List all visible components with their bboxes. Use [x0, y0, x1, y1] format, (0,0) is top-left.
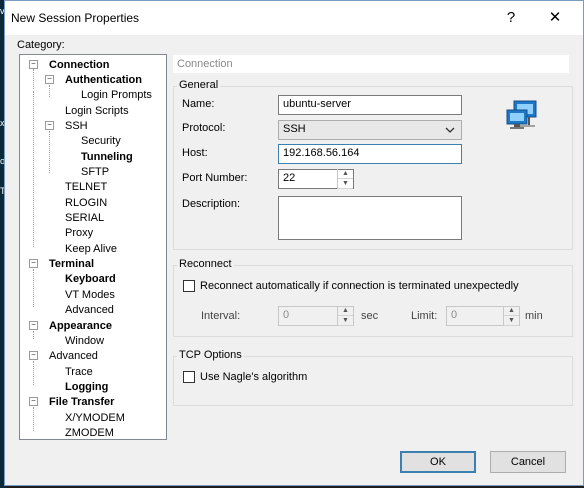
- nagle-checkbox[interactable]: [183, 371, 195, 383]
- port-value: 22: [283, 172, 296, 184]
- tree-line: [33, 331, 34, 339]
- tree-item-vt-modes[interactable]: VT Modes: [65, 288, 115, 302]
- tree-item-ssh[interactable]: SSH: [65, 119, 88, 133]
- tree-line: [49, 131, 50, 173]
- interval-label: Interval:: [201, 310, 241, 322]
- host-field[interactable]: 192.168.56.164: [278, 144, 462, 164]
- sec-label: sec: [361, 310, 379, 322]
- limit-label: Limit:: [411, 310, 438, 322]
- limit-spinner: ▲ ▼: [503, 306, 519, 326]
- tree-line: [33, 269, 34, 307]
- session-properties-dialog: New Session Properties ? ✕ Category: − C…: [4, 0, 584, 486]
- window-title: New Session Properties: [11, 11, 140, 25]
- tree-line: [33, 361, 34, 385]
- port-label: Port Number:: [182, 172, 248, 184]
- general-group-title: General: [177, 79, 221, 91]
- tree-item-terminal-advanced[interactable]: Advanced: [65, 303, 114, 317]
- tree-item-advanced[interactable]: Advanced: [49, 349, 98, 363]
- tree-line: [33, 407, 34, 431]
- port-spinner[interactable]: ▲ ▼: [337, 169, 353, 189]
- nagle-label[interactable]: Use Nagle's algorithm: [200, 371, 307, 383]
- category-tree[interactable]: − Connection − Authentication Login Prom…: [19, 54, 167, 440]
- spin-down-icon: ▼: [338, 316, 353, 326]
- spin-up-icon: ▲: [338, 306, 353, 316]
- tree-item-rlogin[interactable]: RLOGIN: [65, 196, 107, 210]
- interval-spinner: ▲ ▼: [337, 306, 353, 326]
- collapse-icon[interactable]: −: [29, 397, 38, 406]
- close-button[interactable]: ✕: [537, 7, 573, 29]
- tree-item-file-transfer[interactable]: File Transfer: [49, 395, 114, 409]
- cancel-button[interactable]: Cancel: [490, 451, 566, 473]
- spin-down-icon: ▼: [504, 316, 519, 326]
- spin-down-icon[interactable]: ▼: [338, 179, 353, 189]
- tree-item-telnet[interactable]: TELNET: [65, 180, 107, 194]
- min-label: min: [525, 310, 543, 322]
- reconnect-label[interactable]: Reconnect automatically if connection is…: [200, 280, 519, 292]
- tree-item-sftp[interactable]: SFTP: [81, 165, 109, 179]
- tree-item-security[interactable]: Security: [81, 134, 121, 148]
- collapse-icon[interactable]: −: [45, 121, 54, 130]
- tree-item-login-prompts[interactable]: Login Prompts: [81, 88, 152, 102]
- tree-item-xymodem[interactable]: X/YMODEM: [65, 411, 125, 425]
- protocol-label: Protocol:: [182, 122, 226, 134]
- reconnect-group: [173, 265, 573, 337]
- help-button[interactable]: ?: [493, 7, 529, 29]
- collapse-icon[interactable]: −: [29, 351, 38, 360]
- tree-line: [33, 91, 34, 247]
- reconnect-checkbox[interactable]: [183, 280, 195, 292]
- tree-item-appearance[interactable]: Appearance: [49, 319, 112, 333]
- name-field[interactable]: ubuntu-server: [278, 95, 462, 115]
- tree-item-trace[interactable]: Trace: [65, 365, 93, 379]
- collapse-icon[interactable]: −: [45, 75, 54, 84]
- name-label: Name:: [182, 98, 215, 110]
- spin-up-icon: ▲: [504, 306, 519, 316]
- tree-item-zmodem[interactable]: ZMODEM: [65, 426, 114, 439]
- limit-field: 0 ▲ ▼: [446, 306, 520, 326]
- tree-item-authentication[interactable]: Authentication: [65, 73, 142, 87]
- tree-line: [49, 85, 50, 97]
- tree-item-logging[interactable]: Logging: [65, 380, 108, 394]
- collapse-icon[interactable]: −: [29, 321, 38, 330]
- tree-item-keyboard[interactable]: Keyboard: [65, 272, 116, 286]
- protocol-select[interactable]: SSH: [278, 120, 462, 140]
- tree-item-window[interactable]: Window: [65, 334, 104, 348]
- spin-up-icon[interactable]: ▲: [338, 169, 353, 179]
- collapse-icon[interactable]: −: [29, 259, 38, 268]
- interval-field: 0 ▲ ▼: [278, 306, 354, 326]
- port-field[interactable]: 22 ▲ ▼: [278, 169, 354, 189]
- collapse-icon[interactable]: −: [29, 60, 38, 69]
- limit-value: 0: [451, 309, 458, 321]
- ok-button[interactable]: OK: [400, 451, 476, 473]
- interval-value: 0: [283, 309, 290, 321]
- description-field[interactable]: [278, 196, 462, 240]
- panel-header: Connection: [173, 55, 569, 73]
- category-label: Category:: [17, 39, 65, 51]
- chevron-down-icon: [445, 127, 455, 133]
- host-label: Host:: [182, 147, 208, 159]
- tree-item-connection[interactable]: Connection: [49, 58, 110, 72]
- tree-line: [33, 69, 34, 89]
- network-computers-icon: [506, 100, 537, 129]
- tree-item-login-scripts[interactable]: Login Scripts: [65, 104, 129, 118]
- tree-item-proxy[interactable]: Proxy: [65, 226, 93, 240]
- tcp-options-title: TCP Options: [177, 349, 244, 361]
- protocol-value: SSH: [283, 123, 306, 135]
- tree-item-serial[interactable]: SERIAL: [65, 211, 104, 225]
- reconnect-group-title: Reconnect: [177, 258, 234, 270]
- tree-item-keep-alive[interactable]: Keep Alive: [65, 242, 117, 256]
- title-bar: New Session Properties ? ✕: [5, 1, 583, 35]
- panel-header-title: Connection: [177, 58, 233, 70]
- tree-item-terminal[interactable]: Terminal: [49, 257, 94, 271]
- tree-item-tunneling[interactable]: Tunneling: [81, 150, 133, 164]
- description-label: Description:: [182, 198, 241, 210]
